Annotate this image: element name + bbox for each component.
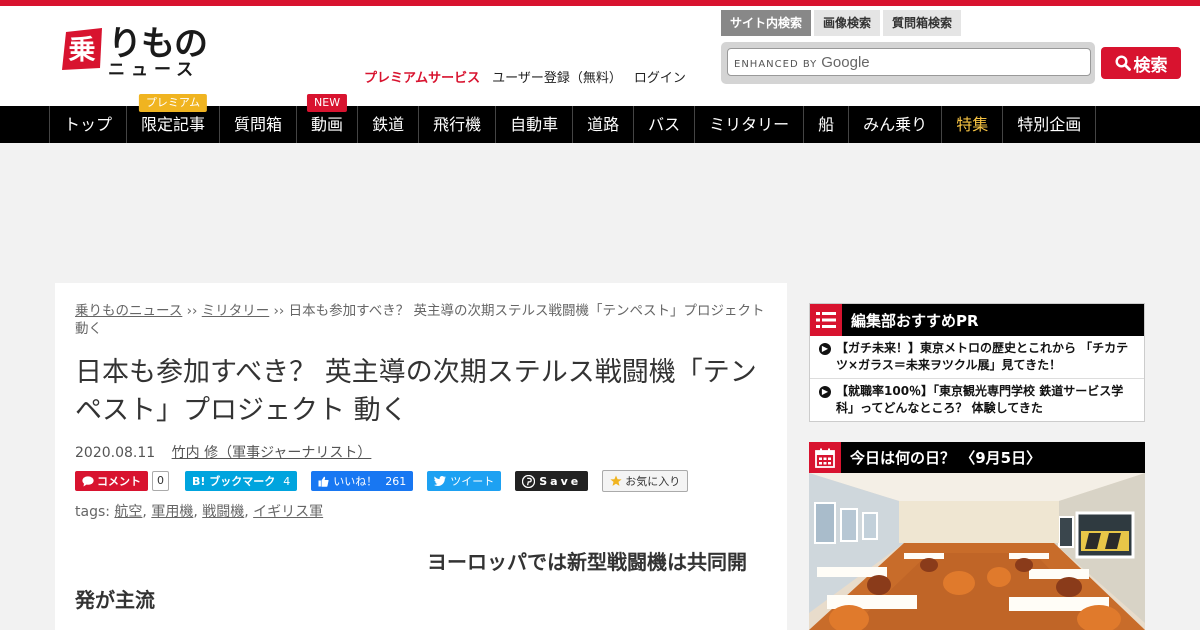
pr-item[interactable]: ▶ 【ガチ未来！】東京メトロの歴史とこれから 「チカテツ×ガラス＝未来ヲツクル展… <box>810 336 1144 378</box>
nav-aircraft[interactable]: 飛行機 <box>419 106 497 143</box>
article-meta: 2020.08.11 竹内 修（軍事ジャーナリスト） <box>75 442 371 462</box>
search-icon <box>1114 55 1131 71</box>
article-author[interactable]: 竹内 修（軍事ジャーナリスト） <box>172 445 372 461</box>
breadcrumb-home[interactable]: 乗りものニュース <box>75 303 182 319</box>
nav-bus[interactable]: バス <box>634 106 696 143</box>
logo-mark-icon: 乗 <box>62 28 102 70</box>
tab-question-search[interactable]: 質問箱検索 <box>883 10 962 36</box>
search-tabs: サイト内検索 画像検索 質問箱検索 <box>721 10 962 36</box>
article-card: 乗りものニュース ›› ミリタリー ›› 日本も参加すべき？ 英主導の次期ステル… <box>55 283 787 630</box>
nav-road[interactable]: 道路 <box>573 106 635 143</box>
calendar-icon <box>815 448 835 468</box>
premium-service-link[interactable]: プレミアムサービス <box>364 67 480 87</box>
today-box-header: 今日は何の日？ 〈9月5日〉 <box>809 442 1145 473</box>
site-logo[interactable]: 乗 りもの ニュース <box>60 24 220 84</box>
chevron-right-icon: ▶ <box>819 386 831 398</box>
nav-special-project[interactable]: 特別企画 <box>1003 106 1097 143</box>
comment-count: 0 <box>152 471 169 491</box>
tweet-button[interactable]: ツイート <box>427 471 502 491</box>
main-nav: トップ プレミアム 限定記事 質問箱 NEW 動画 鉄道 飛行機 自動車 道路 バス… <box>0 94 1200 143</box>
nav-railway[interactable]: 鉄道 <box>358 106 420 143</box>
user-register-link[interactable]: ユーザー登録（無料） <box>492 67 622 87</box>
share-bar: コメント 0 B! ブックマーク 4 いいね！ 261 ツイート Save お気… <box>75 470 689 492</box>
thumbs-up-icon <box>318 476 329 487</box>
comment-icon <box>82 475 94 486</box>
article-lead-heading: ヨーロッパでは新型戦闘機は共同開発が主流 <box>75 550 747 612</box>
search-button-label: 検索 <box>1133 55 1168 76</box>
article-tags: tags: 航空, 軍用機, 戦闘機, イギリス軍 <box>75 504 324 520</box>
premium-badge: プレミアム <box>138 94 208 112</box>
nav-video[interactable]: NEW 動画 <box>297 94 359 143</box>
login-link[interactable]: ログイン <box>634 67 686 87</box>
tag-link[interactable]: 航空 <box>114 504 142 520</box>
tag-link[interactable]: イギリス軍 <box>253 504 323 520</box>
hatena-bookmark-button[interactable]: B! ブックマーク 4 <box>185 471 298 491</box>
nav-feature[interactable]: 特集 <box>942 106 1004 143</box>
facebook-like-button[interactable]: いいね！ 261 <box>311 471 414 491</box>
nav-ship[interactable]: 船 <box>804 106 850 143</box>
today-box-title: 今日は何の日？ 〈9月5日〉 <box>850 449 1042 467</box>
article-title: 日本も参加すべき？ 英主導の次期ステルス戦闘機「テンペスト」プロジェクト 動く <box>75 357 757 426</box>
article-date: 2020.08.11 <box>75 445 156 461</box>
today-in-history-box: 今日は何の日？ 〈9月5日〉 <box>809 442 1145 630</box>
breadcrumb: 乗りものニュース ›› ミリタリー ›› 日本も参加すべき？ 英主導の次期ステル… <box>75 303 765 337</box>
search-box-wrap: ENHANCED BY Google <box>721 42 1095 84</box>
chevron-right-icon: ▶ <box>819 343 831 355</box>
logo-sub-text: ニュース <box>108 60 200 80</box>
pinterest-icon <box>522 474 536 488</box>
nav-military[interactable]: ミリタリー <box>695 106 805 143</box>
logo-main-text: りもの <box>108 24 208 64</box>
tag-link[interactable]: 戦闘機 <box>202 504 244 520</box>
twitter-bird-icon <box>434 476 447 486</box>
new-badge: NEW <box>307 94 348 112</box>
pr-box-header: 編集部おすすめPR <box>810 304 1144 336</box>
search-hint: ENHANCED BY Google <box>734 54 870 71</box>
editors-pr-box: 編集部おすすめPR ▶ 【ガチ未来！】東京メトロの歴史とこれから 「チカテツ×ガ… <box>809 303 1145 422</box>
breadcrumb-military[interactable]: ミリタリー <box>202 303 270 319</box>
search-button[interactable]: 検索 <box>1101 47 1181 79</box>
star-icon <box>610 475 622 486</box>
header-links: プレミアムサービス ユーザー登録（無料） ログイン <box>364 67 686 87</box>
favorite-button[interactable]: お気に入り <box>602 470 689 492</box>
pr-box-title: 編集部おすすめPR <box>851 311 979 330</box>
nav-question-box[interactable]: 質問箱 <box>220 106 298 143</box>
nav-minnori[interactable]: みん乗り <box>849 106 943 143</box>
svg-text:乗: 乗 <box>69 35 96 66</box>
tab-site-search[interactable]: サイト内検索 <box>721 10 812 36</box>
tag-link[interactable]: 軍用機 <box>151 504 193 520</box>
facebook-like-count: 261 <box>385 474 407 488</box>
nav-top[interactable]: トップ <box>50 106 128 143</box>
nav-premium-articles[interactable]: プレミアム 限定記事 <box>127 94 221 143</box>
nav-car[interactable]: 自動車 <box>496 106 574 143</box>
dining-car-photo[interactable] <box>809 473 1145 630</box>
google-wordmark: Google <box>821 54 870 71</box>
list-icon <box>816 312 836 328</box>
comment-button[interactable]: コメント <box>75 471 148 491</box>
hatena-count: 4 <box>283 474 291 488</box>
pinterest-save-button[interactable]: Save <box>515 471 589 491</box>
tab-image-search[interactable]: 画像検索 <box>814 10 881 36</box>
pr-item[interactable]: ▶ 【就職率100％】「東京観光専門学校 鉄道サービス学科」ってどんなところ？ … <box>810 378 1144 420</box>
search-input[interactable]: ENHANCED BY Google <box>727 48 1091 76</box>
dining-car-interior-image <box>809 473 1145 630</box>
